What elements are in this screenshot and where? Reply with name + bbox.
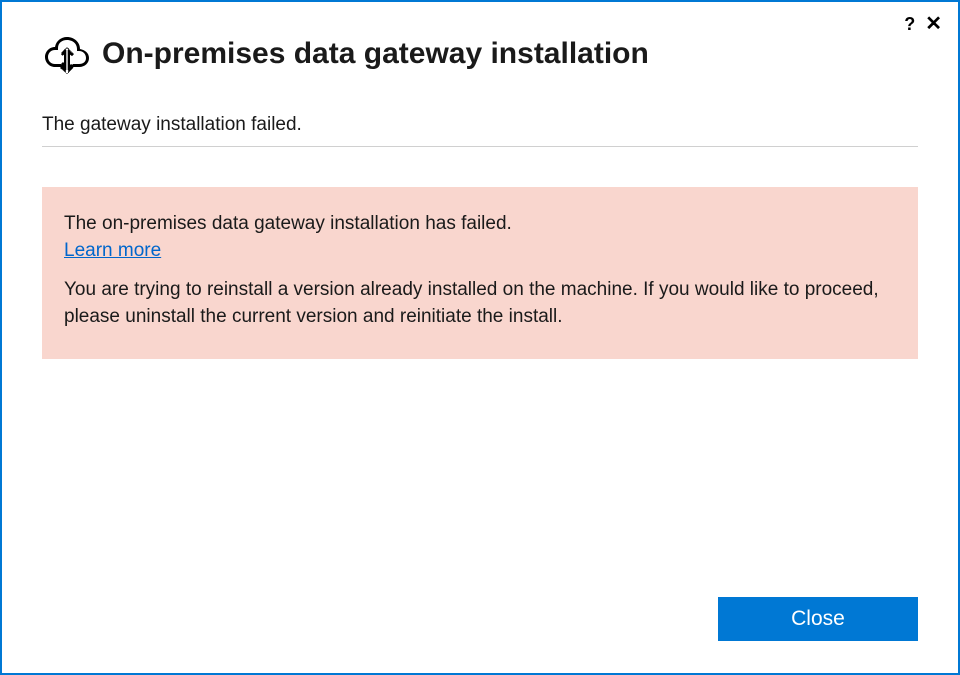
help-icon[interactable]: ? bbox=[904, 15, 915, 33]
error-panel: The on-premises data gateway installatio… bbox=[42, 187, 918, 359]
window-close-icon[interactable]: ✕ bbox=[925, 14, 942, 34]
cloud-sync-icon bbox=[42, 34, 90, 74]
status-text: The gateway installation failed. bbox=[42, 114, 918, 147]
dialog-title: On-premises data gateway installation bbox=[102, 37, 649, 71]
dialog-header: On-premises data gateway installation bbox=[42, 34, 918, 74]
dialog-container: On-premises data gateway installation Th… bbox=[2, 2, 958, 673]
error-heading: The on-premises data gateway installatio… bbox=[64, 211, 896, 238]
dialog-footer: Close bbox=[42, 581, 918, 649]
close-button[interactable]: Close bbox=[718, 597, 918, 641]
titlebar-controls: ? ✕ bbox=[904, 14, 942, 34]
learn-more-link[interactable]: Learn more bbox=[64, 240, 161, 262]
error-body: You are trying to reinstall a version al… bbox=[64, 276, 896, 331]
